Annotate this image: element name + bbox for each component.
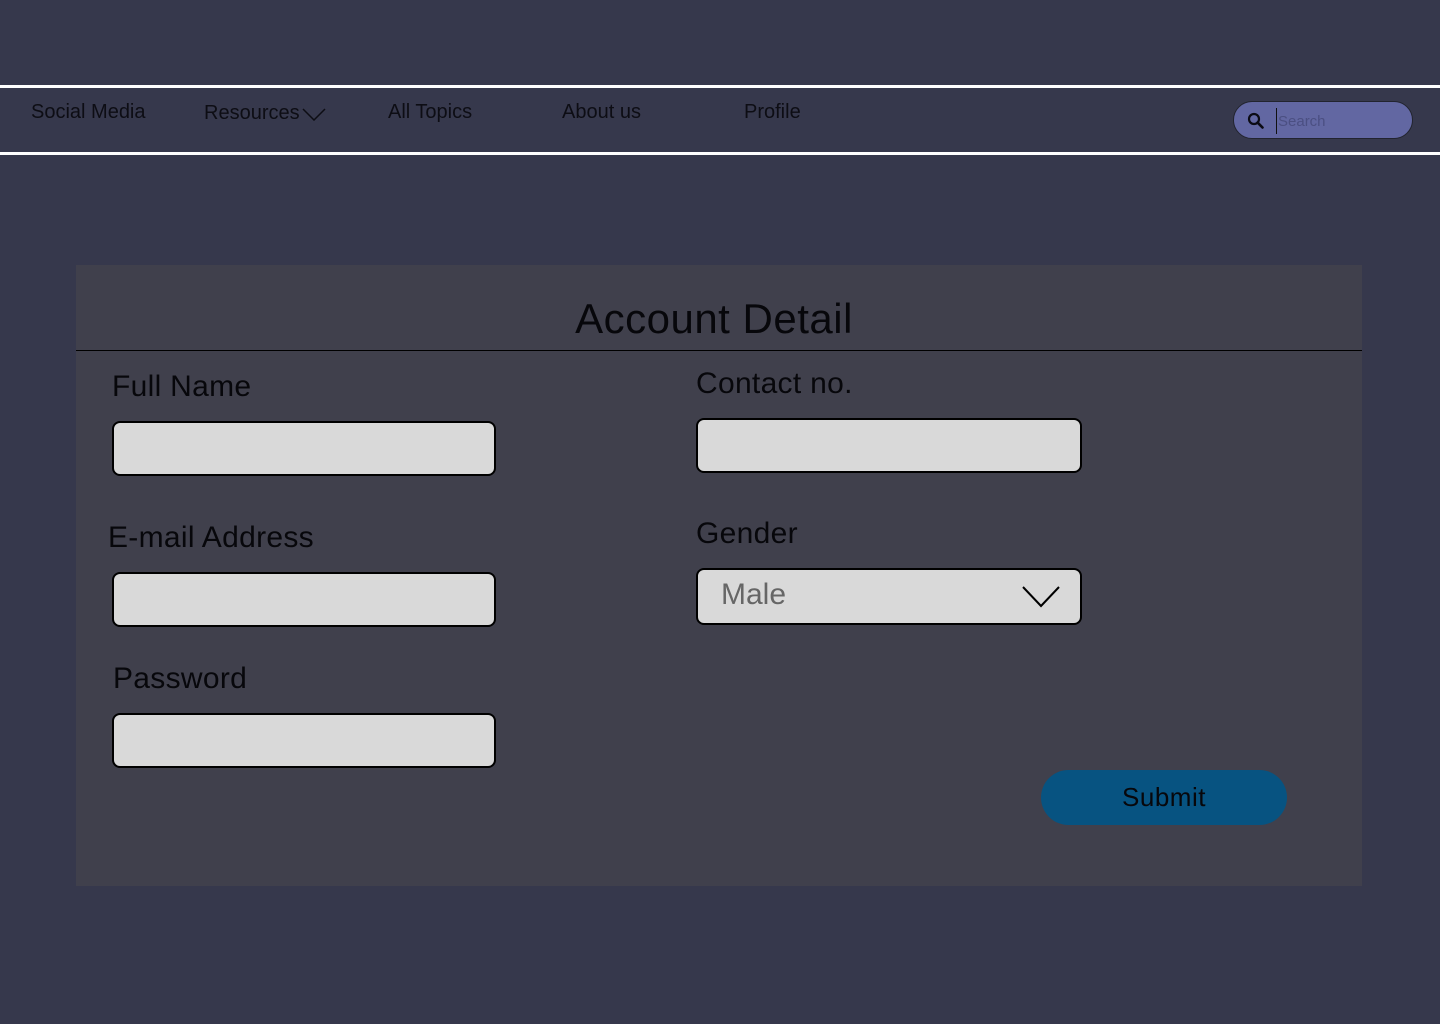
nav-item-resources-label: Resources <box>204 102 300 124</box>
submit-button[interactable]: Submit <box>1041 770 1287 825</box>
nav-item-all-topics[interactable]: All Topics <box>388 101 472 124</box>
chevron-down-icon <box>302 108 326 121</box>
nav-top-border <box>0 85 1440 88</box>
account-detail-card: Account Detail Full Name E-mail Address … <box>76 265 1362 886</box>
nav-item-resources[interactable]: Resources <box>204 102 326 125</box>
nav-item-profile[interactable]: Profile <box>744 101 801 124</box>
gender-selected-value: Male <box>721 578 787 611</box>
full-name-label: Full Name <box>112 370 252 403</box>
nav-item-social-media[interactable]: Social Media <box>31 101 146 124</box>
title-divider <box>76 350 1362 351</box>
password-label: Password <box>113 662 248 695</box>
search-input[interactable] <box>1276 108 1406 134</box>
gender-label: Gender <box>696 517 798 550</box>
search-icon <box>1247 112 1264 129</box>
page-title: Account Detail <box>575 295 853 342</box>
nav-bottom-border <box>0 152 1440 155</box>
gender-select[interactable]: Male <box>696 568 1082 625</box>
chevron-down-icon <box>1022 586 1060 608</box>
full-name-input[interactable] <box>112 421 496 476</box>
contact-input[interactable] <box>696 418 1082 473</box>
email-label: E-mail Address <box>108 521 314 554</box>
email-input[interactable] <box>112 572 496 627</box>
password-input[interactable] <box>112 713 496 768</box>
contact-label: Contact no. <box>696 367 853 400</box>
nav-item-about-us[interactable]: About us <box>562 101 641 124</box>
search-bar[interactable] <box>1233 101 1413 139</box>
